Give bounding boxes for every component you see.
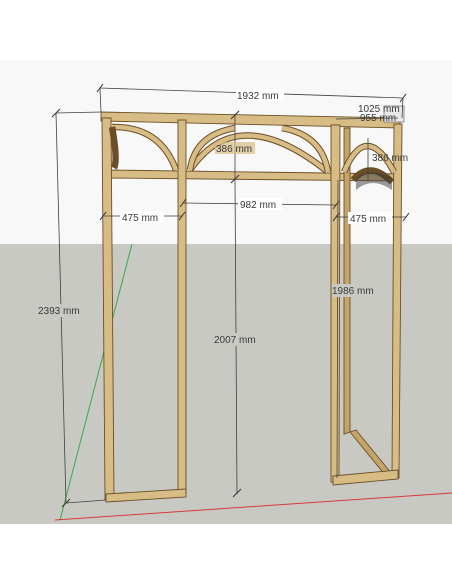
center-opening-label: 982 mm [240, 200, 276, 211]
ground-plane [0, 244, 452, 524]
left-inner-post [177, 119, 187, 497]
opening-height-label: 2007 mm [214, 335, 256, 346]
model-canvas[interactable]: 1932 mm 1025 mm 955 mm 386 mm 386 mm 982… [0, 0, 452, 584]
right-panel-label: 475 mm [350, 214, 386, 225]
left-panel-label: 475 mm [122, 213, 158, 224]
center-arch-height-label: 386 mm [216, 144, 252, 155]
overall-width-label: 1932 mm [237, 91, 279, 102]
overall-height-label: 2393 mm [38, 306, 80, 317]
sketchup-viewport[interactable]: 1932 mm 1025 mm 955 mm 386 mm 386 mm 982… [0, 0, 452, 584]
right-back-post-left [343, 127, 351, 435]
right-opening-height-label: 1986 mm [332, 286, 374, 297]
right-arch-height-label: 386 mm [372, 153, 408, 164]
right-front-post [330, 124, 341, 483]
